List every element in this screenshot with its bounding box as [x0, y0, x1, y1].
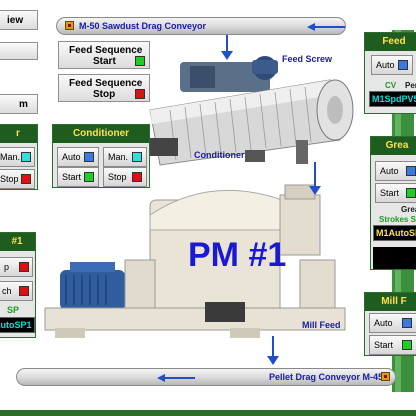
feed-auto-button[interactable]: Auto: [371, 55, 413, 75]
bottom-border: [0, 410, 416, 416]
grease-start-button[interactable]: Start: [375, 183, 416, 203]
arrow-down-icon: [267, 356, 279, 365]
feed-sequence-start-button[interactable]: Feed Sequence Start: [58, 41, 150, 69]
feed-sequence-start-line2: Start: [93, 56, 116, 67]
manual-button-label: Man.: [0, 152, 21, 162]
grease-panel-title: Grea: [371, 137, 416, 155]
sp-label: SP: [7, 305, 20, 315]
mill-feed-panel-title: Mill F: [365, 293, 416, 311]
pm-title: PM #1: [188, 236, 287, 274]
start-button-label: Start: [374, 340, 394, 350]
feed-panel: Feed Auto CV Per M1SpdPV5: [364, 32, 416, 114]
auto-indicator: [402, 318, 412, 328]
cv-value-display[interactable]: M1SpdPV5: [369, 91, 416, 107]
pellet-conveyor-label: Pellet Drag Conveyor M-45: [269, 372, 384, 382]
feed-sequence-start-line1: Feed Sequence: [69, 45, 143, 56]
sp-value: AutoSP1: [0, 320, 32, 330]
stop-indicator: [21, 174, 31, 184]
view-button[interactable]: iew: [0, 10, 38, 30]
motor-status-icon[interactable]: [65, 21, 74, 30]
strokes-title: Grea: [401, 205, 416, 214]
feed-sequence-stop-line2: Stop: [93, 89, 116, 100]
sawdust-conveyor-label: M-50 Sawdust Drag Conveyor: [79, 21, 207, 31]
stop-button-label: Stop: [108, 172, 127, 182]
start-indicator: [84, 172, 94, 182]
sawdust-drag-conveyor[interactable]: M-50 Sawdust Drag Conveyor: [56, 17, 346, 35]
start-button-label: Start: [380, 188, 400, 198]
switch-indicator: [19, 286, 29, 296]
conditioner-label: Conditioner: [194, 150, 245, 160]
manual-button[interactable]: Man.: [0, 147, 35, 167]
left-partial-panel: r Man. Stop: [0, 124, 38, 190]
strokes-value-display[interactable]: M1AutoSP2: [373, 225, 416, 241]
conditioner-manual-button[interactable]: Man.: [103, 147, 147, 167]
grease-auto-button[interactable]: Auto: [375, 161, 416, 181]
motor-status-icon[interactable]: [381, 372, 390, 381]
left-pm-panel: #1 p ch SP AutoSP1: [0, 232, 36, 338]
grease-dark-box: [373, 247, 416, 269]
grease-panel: Grea Auto Start Grea Strokes SP M1AutoSP…: [370, 136, 416, 270]
nav-blank-button[interactable]: [0, 42, 38, 60]
cv-value: M1SpdPV5: [372, 94, 416, 104]
mill-feed-start-button[interactable]: Start: [369, 335, 416, 355]
auto-button-label: Auto: [380, 166, 399, 176]
auto-indicator: [398, 60, 408, 70]
arrow-left-icon: [157, 374, 195, 382]
mill-feed-auto-button[interactable]: Auto: [369, 313, 416, 333]
feed-screw-label: Feed Screw: [282, 54, 333, 64]
auto-indicator: [406, 166, 416, 176]
switch-button[interactable]: ch: [0, 281, 33, 301]
manual-button-label: Man.: [108, 152, 129, 162]
cv-label: CV: [385, 81, 397, 90]
start-indicator: [406, 188, 416, 198]
pellet-drag-conveyor[interactable]: Pellet Drag Conveyor M-45: [16, 368, 396, 386]
conditioner-auto-button[interactable]: Auto: [57, 147, 99, 167]
auto-button-label: Auto: [62, 152, 81, 162]
left-pm-panel-title: #1: [0, 233, 35, 251]
feed-sequence-stop-line1: Feed Sequence: [69, 78, 143, 89]
mill-feed-panel: Mill F Auto Start: [364, 292, 416, 356]
stop-button[interactable]: Stop: [0, 169, 35, 189]
feed-sequence-stop-button[interactable]: Feed Sequence Stop: [58, 74, 150, 102]
stop-indicator: [19, 262, 29, 272]
stop-button[interactable]: p: [0, 257, 33, 277]
auto-button-label: Auto: [374, 318, 393, 328]
conditioner-barrel-graphic: [149, 56, 354, 166]
start-indicator: [402, 340, 412, 350]
feed-panel-title: Feed: [365, 33, 416, 51]
strokes-sp-label: Strokes SP: [379, 215, 416, 224]
auto-button-label: Auto: [376, 60, 395, 70]
conditioner-panel-title: Conditioner: [53, 125, 149, 143]
stop-button-label: p: [4, 262, 10, 272]
arrow-left-icon: [307, 23, 345, 31]
conditioner-start-button[interactable]: Start: [57, 167, 99, 187]
sp-value-display[interactable]: AutoSP1: [0, 317, 35, 333]
nav-item-label: m: [19, 99, 28, 110]
start-button-label: Start: [62, 172, 82, 182]
view-button-label: iew: [7, 15, 24, 26]
mill-feed-label: Mill Feed: [302, 320, 341, 330]
auto-indicator: [84, 152, 94, 162]
switch-button-label: ch: [2, 286, 12, 296]
left-partial-panel-title: r: [0, 125, 37, 143]
mill-feed-arrow: [314, 162, 316, 188]
arrow-down-icon: [309, 186, 321, 195]
per-label: Per: [405, 81, 416, 90]
manual-indicator: [21, 152, 31, 162]
pellet-arrow: [272, 336, 274, 358]
stop-indicator: [132, 172, 142, 182]
stop-button-label: Stop: [0, 174, 19, 184]
arrow-down-icon: [221, 51, 233, 60]
nav-item-button[interactable]: m: [0, 94, 38, 114]
stop-indicator: [135, 89, 145, 99]
start-indicator: [135, 56, 145, 66]
conditioner-panel: Conditioner Auto Man. Start Stop: [52, 124, 150, 188]
conditioner-stop-button[interactable]: Stop: [103, 167, 147, 187]
manual-indicator: [132, 152, 142, 162]
strokes-value: M1AutoSP2: [376, 228, 416, 238]
